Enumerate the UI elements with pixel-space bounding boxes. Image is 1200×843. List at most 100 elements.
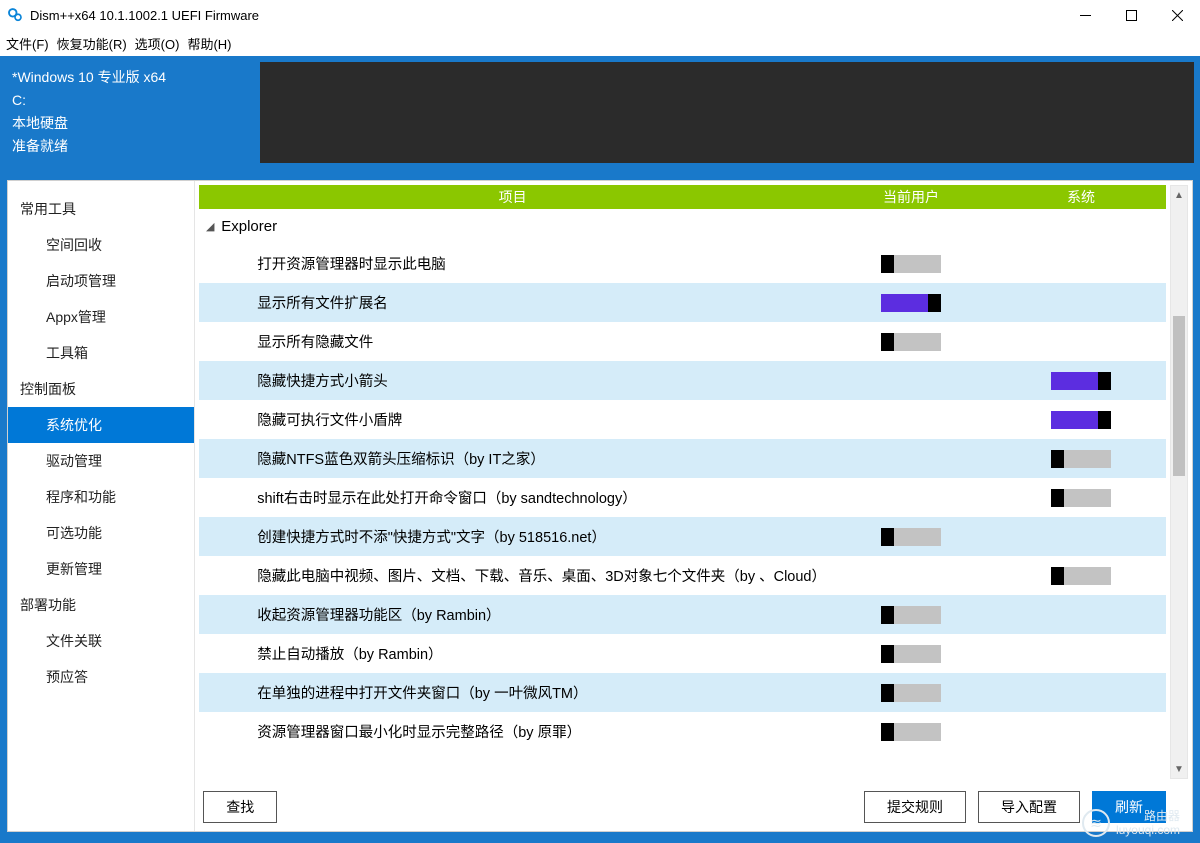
settings-row[interactable]: 隐藏NTFS蓝色双箭头压缩标识（by IT之家） [199,439,1166,478]
system-toggle[interactable] [1051,450,1111,468]
user-cell [826,255,996,273]
user-cell [826,645,996,663]
sidebar-item-prereply[interactable]: 预应答 [8,659,194,695]
info-dark-area [260,62,1194,163]
minimize-button[interactable] [1062,0,1108,30]
settings-row[interactable]: 资源管理器窗口最小化时显示完整路径（by 原罪） [199,712,1166,751]
submit-button[interactable]: 提交规则 [864,791,966,823]
col-project: 项目 [199,187,826,207]
main-wrap: 常用工具 空间回收 启动项管理 Appx管理 工具箱 控制面板 系统优化 驱动管… [0,169,1200,843]
sidebar-item-update[interactable]: 更新管理 [8,551,194,587]
menu-recover[interactable]: 恢复功能(R) [57,34,127,53]
settings-row[interactable]: 收起资源管理器功能区（by Rambin） [199,595,1166,634]
settings-row-label: 打开资源管理器时显示此电脑 [257,253,826,274]
settings-row[interactable]: 显示所有隐藏文件 [199,322,1166,361]
sidebar-group-deploy[interactable]: 部署功能 [8,587,194,623]
user-toggle[interactable] [881,645,941,663]
settings-row-label: 显示所有隐藏文件 [257,331,826,352]
user-toggle[interactable] [881,606,941,624]
settings-row-label: 隐藏此电脑中视频、图片、文档、下载、音乐、桌面、3D对象七个文件夹（by 、Cl… [257,565,826,586]
user-cell [826,684,996,702]
system-cell [996,489,1166,507]
sidebar-group-common[interactable]: 常用工具 [8,191,194,227]
import-button[interactable]: 导入配置 [978,791,1080,823]
settings-row[interactable]: 创建快捷方式时不添"快捷方式"文字（by 518516.net） [199,517,1166,556]
system-cell [996,372,1166,390]
system-cell [996,450,1166,468]
sidebar-item-programs[interactable]: 程序和功能 [8,479,194,515]
sidebar-item-startup[interactable]: 启动项管理 [8,263,194,299]
system-toggle[interactable] [1051,567,1111,585]
group-label: Explorer [221,218,277,235]
system-toggle[interactable] [1051,489,1111,507]
user-toggle[interactable] [881,684,941,702]
info-os: *Windows 10 专业版 x64 [12,66,248,89]
settings-row[interactable]: 打开资源管理器时显示此电脑 [199,244,1166,283]
column-header: 项目 当前用户 系统 [199,185,1166,209]
settings-row[interactable]: 隐藏可执行文件小盾牌 [199,400,1166,439]
sidebar-item-sysopt[interactable]: 系统优化 [8,407,194,443]
sidebar-item-optional[interactable]: 可选功能 [8,515,194,551]
sidebar-item-assoc[interactable]: 文件关联 [8,623,194,659]
user-toggle[interactable] [881,723,941,741]
window-title: Dism++x64 10.1.1002.1 UEFI Firmware [30,8,1062,23]
scroll-down-icon[interactable]: ▼ [1171,760,1187,778]
user-toggle[interactable] [881,294,941,312]
user-cell [826,294,996,312]
info-status: 准备就绪 [12,135,248,158]
settings-row-label: 资源管理器窗口最小化时显示完整路径（by 原罪） [257,721,826,742]
menu-file[interactable]: 文件(F) [6,34,49,53]
titlebar: Dism++x64 10.1.1002.1 UEFI Firmware [0,0,1200,30]
settings-row[interactable]: 隐藏快捷方式小箭头 [199,361,1166,400]
user-toggle[interactable] [881,333,941,351]
info-storage: 本地硬盘 [12,112,248,135]
main-panel: 常用工具 空间回收 启动项管理 Appx管理 工具箱 控制面板 系统优化 驱动管… [7,180,1193,832]
settings-row[interactable]: shift右击时显示在此处打开命令窗口（by sandtechnology） [199,478,1166,517]
scroll-up-icon[interactable]: ▲ [1171,186,1187,204]
maximize-button[interactable] [1108,0,1154,30]
sidebar-item-driver[interactable]: 驱动管理 [8,443,194,479]
window-controls [1062,0,1200,30]
menu-options[interactable]: 选项(O) [135,34,180,53]
settings-row[interactable]: 禁止自动播放（by Rambin） [199,634,1166,673]
sidebar-item-toolbox[interactable]: 工具箱 [8,335,194,371]
sidebar-group-control[interactable]: 控制面板 [8,371,194,407]
find-button[interactable]: 查找 [203,791,277,823]
user-cell [826,723,996,741]
sidebar-item-appx[interactable]: Appx管理 [8,299,194,335]
app-icon [6,6,24,24]
menubar: 文件(F) 恢复功能(R) 选项(O) 帮助(H) [0,30,1200,56]
user-toggle[interactable] [881,255,941,273]
close-button[interactable] [1154,0,1200,30]
settings-row[interactable]: 在单独的进程中打开文件夹窗口（by 一叶微风TM） [199,673,1166,712]
system-cell [996,411,1166,429]
system-toggle[interactable] [1051,411,1111,429]
refresh-button[interactable]: 刷新 [1092,791,1166,823]
col-system: 系统 [996,187,1166,207]
settings-row-label: 显示所有文件扩展名 [257,292,826,313]
user-toggle[interactable] [881,528,941,546]
collapse-icon[interactable]: ◢ [203,220,217,233]
sidebar-item-space[interactable]: 空间回收 [8,227,194,263]
settings-row-label: shift右击时显示在此处打开命令窗口（by sandtechnology） [257,487,826,508]
bottom-bar: 查找 提交规则 导入配置 刷新 [195,783,1192,831]
info-bar: *Windows 10 专业版 x64 C: 本地硬盘 准备就绪 [0,56,1200,169]
menu-help[interactable]: 帮助(H) [187,34,231,53]
system-toggle[interactable] [1051,372,1111,390]
info-panel[interactable]: *Windows 10 专业版 x64 C: 本地硬盘 准备就绪 [0,56,260,169]
settings-row-label: 隐藏可执行文件小盾牌 [257,409,826,430]
scroll-thumb[interactable] [1173,316,1185,476]
settings-row[interactable]: 显示所有文件扩展名 [199,283,1166,322]
settings-row-label: 在单独的进程中打开文件夹窗口（by 一叶微风TM） [257,682,826,703]
scrollbar[interactable]: ▲ ▼ [1170,185,1188,779]
settings-row[interactable]: 隐藏此电脑中视频、图片、文档、下载、音乐、桌面、3D对象七个文件夹（by 、Cl… [199,556,1166,595]
user-cell [826,528,996,546]
settings-row-label: 隐藏快捷方式小箭头 [257,370,826,391]
group-explorer[interactable]: ◢ Explorer [199,209,1166,244]
system-cell [996,567,1166,585]
col-user: 当前用户 [826,187,996,207]
sidebar: 常用工具 空间回收 启动项管理 Appx管理 工具箱 控制面板 系统优化 驱动管… [8,181,195,831]
settings-row-label: 创建快捷方式时不添"快捷方式"文字（by 518516.net） [257,526,826,547]
user-cell [826,606,996,624]
settings-list: ◢ Explorer 打开资源管理器时显示此电脑显示所有文件扩展名显示所有隐藏文… [199,209,1166,783]
